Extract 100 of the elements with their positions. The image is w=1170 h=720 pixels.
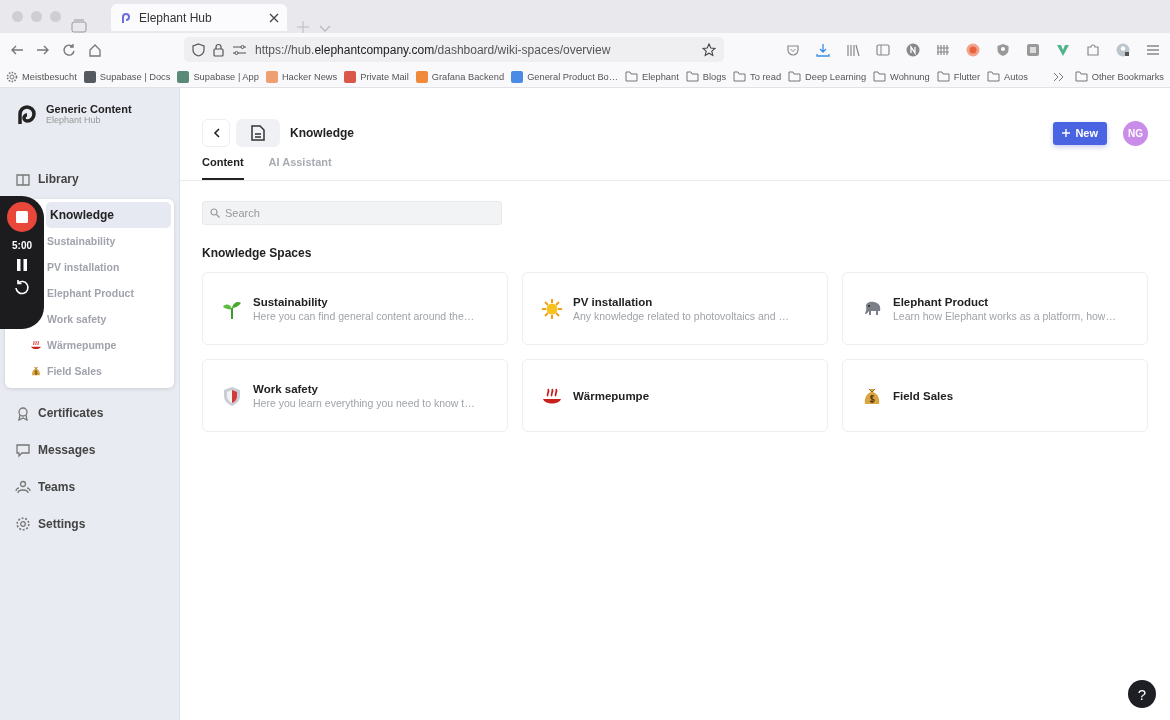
card-title: Work safety — [253, 382, 319, 395]
site-icon — [511, 70, 524, 83]
shield-icon — [192, 42, 205, 57]
library-icon[interactable] — [846, 42, 860, 57]
people-icon — [15, 478, 31, 495]
recording-timer: 5:00 — [12, 240, 32, 251]
card-title: Field Sales — [893, 389, 954, 402]
address-bar[interactable]: https://hub.elephantcompany.com/dashboard/wiki-spaces/overview — [184, 37, 724, 62]
space-card[interactable]: PV installation Any knowledge related to photovoltaics and … — [522, 272, 828, 345]
bookmark[interactable]: To read — [733, 71, 782, 82]
card-title: Elephant Product — [893, 295, 990, 308]
card-title: PV installation — [573, 295, 654, 308]
folder-icon — [873, 71, 887, 82]
new-button[interactable]: New — [1053, 121, 1107, 145]
emoji-icon — [541, 297, 563, 320]
card-title: Sustainability — [253, 295, 329, 308]
medal-icon — [15, 404, 31, 421]
folder-icon — [936, 71, 950, 82]
lock-icon — [213, 42, 224, 57]
sidebar-item[interactable]: Messages — [6, 431, 173, 468]
bookmark[interactable]: Flutter — [936, 71, 981, 82]
bookmark[interactable]: Grafana Backend — [415, 70, 505, 83]
browser-tab[interactable]: Elephant Hub — [111, 4, 287, 31]
page-icon-button[interactable] — [236, 119, 280, 147]
page-title: Knowledge — [290, 126, 354, 140]
bookmark[interactable]: Deep Learning — [788, 71, 867, 82]
card-title: Wärmepumpe — [573, 389, 650, 402]
download-icon[interactable] — [816, 42, 830, 57]
folder-icon — [1074, 71, 1088, 82]
folder-icon — [685, 71, 699, 82]
folder-icon — [987, 71, 1001, 82]
emoji-icon — [30, 365, 42, 377]
space-card[interactable]: Wärmepumpe — [522, 359, 828, 432]
document-icon — [251, 125, 265, 141]
emoji-icon — [221, 384, 243, 407]
sidebar-item[interactable]: Settings — [6, 505, 173, 542]
sidebar-item[interactable]: Teams — [6, 468, 173, 505]
space-card[interactable]: Work safety Here you learn everything you need to know t… — [202, 359, 508, 432]
grid-icon[interactable] — [936, 42, 950, 57]
restart-icon[interactable] — [14, 279, 30, 295]
space-card[interactable]: Elephant Product Learn how Elephant works as a platform, how… — [842, 272, 1148, 345]
bookmark[interactable]: Private Mail — [344, 70, 409, 83]
pause-icon[interactable] — [17, 259, 27, 271]
space-card[interactable]: Sustainability Here you can find general content around the… — [202, 272, 508, 345]
workspace-name: Generic Content — [46, 103, 132, 115]
folder-icon — [788, 71, 802, 82]
sidebar-item[interactable]: Knowledge — [46, 202, 171, 228]
bookmark[interactable]: Elephant — [625, 71, 679, 82]
home-icon[interactable] — [88, 42, 102, 57]
site-icon — [177, 70, 190, 83]
pocket-icon[interactable] — [786, 42, 800, 57]
site-icon — [344, 70, 357, 83]
folder-icon — [733, 71, 747, 82]
tab[interactable]: Content — [202, 151, 244, 180]
bookmark[interactable]: Autos — [987, 71, 1028, 82]
back-button[interactable] — [202, 119, 230, 147]
chat-icon — [15, 441, 31, 458]
bookmark[interactable]: Hacker News — [265, 70, 338, 83]
double-chevron-icon[interactable] — [1052, 71, 1065, 82]
site-icon — [83, 70, 96, 83]
section-heading: Knowledge Spaces — [202, 246, 313, 260]
search-icon — [210, 208, 220, 218]
spiral-logo-icon — [119, 11, 132, 24]
card-description: Here you learn everything you need to know t… — [253, 396, 475, 409]
site-icon — [415, 70, 428, 83]
folder-icon — [625, 71, 639, 82]
account-icon[interactable] — [1116, 42, 1130, 57]
circle-n-icon[interactable] — [906, 42, 920, 57]
plus-icon — [1062, 129, 1071, 137]
stop-record-button[interactable] — [7, 202, 37, 232]
help-button[interactable]: ? — [1128, 680, 1156, 708]
bookmark[interactable]: Blogs — [685, 71, 727, 82]
gear-icon — [6, 70, 18, 83]
reload-icon[interactable] — [62, 42, 76, 57]
close-icon[interactable] — [269, 12, 279, 23]
tab-overview-icon[interactable] — [71, 19, 87, 33]
bookmark[interactable]: Wohnung — [873, 71, 930, 82]
sidebar-item[interactable]: Library — [6, 160, 173, 197]
sliders-icon — [232, 43, 247, 56]
card-description: Here you can find general content around the… — [253, 309, 475, 322]
card-description: Any knowledge related to photovoltaics and … — [573, 309, 789, 322]
bookmark[interactable]: Other Bookmarks — [1074, 71, 1164, 82]
chevron-left-icon — [212, 128, 220, 138]
bookmark[interactable]: Supabase | Docs — [83, 70, 171, 83]
bookmark[interactable]: General Product Bo… — [511, 70, 619, 83]
shield-icon[interactable] — [996, 42, 1010, 57]
space-card[interactable]: Field Sales — [842, 359, 1148, 432]
menu-icon[interactable] — [1146, 42, 1160, 57]
card-description: Learn how Elephant works as a platform, how… — [893, 309, 1116, 322]
search-field[interactable]: Search — [202, 201, 502, 225]
star-icon[interactable] — [702, 42, 716, 57]
settings-icon — [15, 515, 31, 532]
site-icon — [265, 70, 278, 83]
bookmark[interactable]: Meistbesucht — [6, 70, 77, 83]
v-logo-icon[interactable] — [1056, 42, 1070, 57]
sidebar-item[interactable]: Certificates — [6, 394, 173, 431]
emoji-icon — [30, 339, 42, 351]
bookmark[interactable]: Supabase | App — [177, 70, 259, 83]
app-name: Elephant Hub — [46, 115, 102, 125]
sidebar-icon[interactable] — [876, 42, 890, 57]
